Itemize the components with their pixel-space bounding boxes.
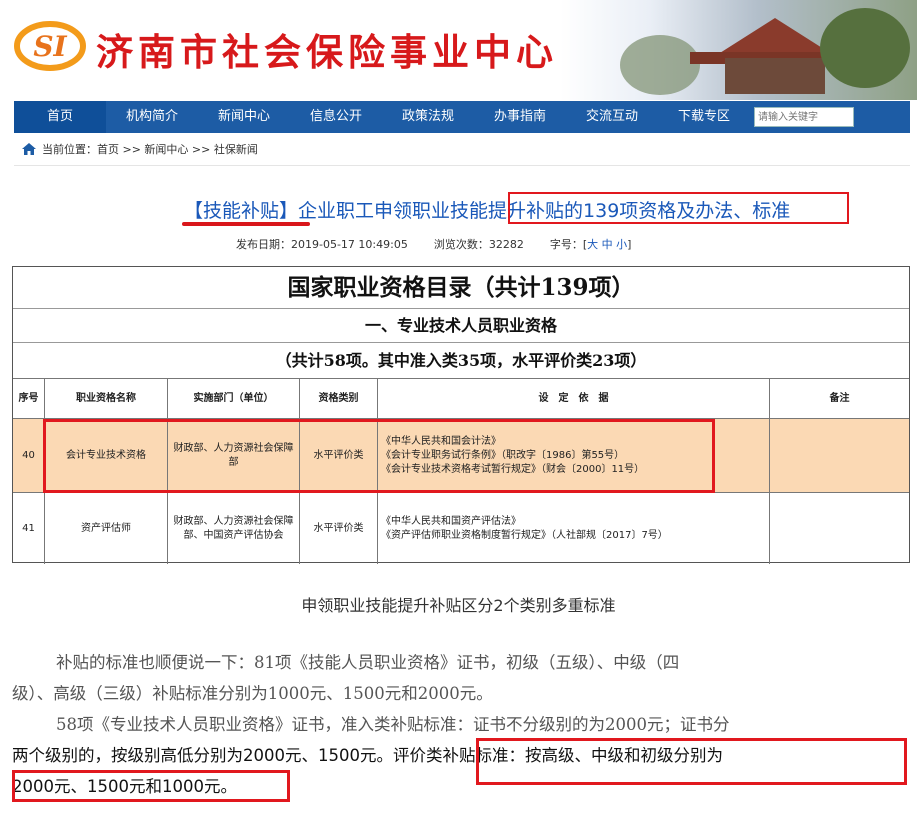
- table-title: 国家职业资格目录（共计139项）: [13, 267, 909, 309]
- font-size-control: 字号：[大 中 小]: [550, 236, 632, 252]
- qualification-name: 资产评估师: [45, 493, 168, 564]
- nav-item-guide[interactable]: 办事指南: [474, 101, 566, 133]
- home-icon[interactable]: [22, 143, 36, 155]
- font-size-options[interactable]: 大 中 小: [587, 238, 627, 251]
- nav-item-home[interactable]: 首页: [14, 101, 106, 133]
- column-header: 序号: [13, 379, 45, 418]
- column-header: 备注: [829, 392, 850, 404]
- department: 财政部、人力资源社会保障部、中国资产评估协会: [168, 493, 300, 564]
- breadcrumb-text[interactable]: 当前位置：首页 >> 新闻中心 >> 社保新闻: [42, 141, 258, 157]
- breadcrumb: 当前位置：首页 >> 新闻中心 >> 社保新闻: [22, 141, 258, 157]
- paragraph-line: 级）、高级（三级）补贴标准分别为1000元、1500元和2000元。: [12, 684, 493, 703]
- column-header: 实施部门（单位）: [168, 379, 300, 418]
- tree-shape: [820, 8, 910, 88]
- qualification-type: 水平评价类: [300, 493, 378, 564]
- paragraph-line: 补贴的标准也顺便说一下：81项《技能人员职业资格》证书，初级（五级）、中级（四: [56, 653, 680, 672]
- table-row: 41 资产评估师 财政部、人力资源社会保障部、中国资产评估协会 水平评价类 《中…: [13, 493, 909, 564]
- qualification-table-image: 国家职业资格目录（共计139项） 一、专业技术人员职业资格 （共计58项。其中准…: [12, 266, 910, 564]
- row-number: 40: [13, 419, 45, 492]
- search-input[interactable]: [754, 107, 854, 127]
- column-header: 设 定 依 据: [378, 379, 770, 418]
- table-count-line: （共计58项。其中准入类35项，水平评价类23项）: [13, 343, 909, 379]
- si-logo-icon: SI: [14, 21, 86, 71]
- table-subtitle: 一、专业技术人员职业资格: [13, 309, 909, 343]
- remarks: [770, 493, 909, 564]
- row-number: 41: [13, 493, 45, 564]
- column-header: 职业资格名称: [45, 379, 168, 418]
- annotation-box-title: [508, 192, 849, 224]
- nav-item-news[interactable]: 新闻中心: [198, 101, 290, 133]
- view-count: 浏览次数：32282: [433, 238, 524, 251]
- tree-shape: [620, 35, 700, 95]
- banner-scenery: [560, 0, 917, 100]
- annotation-underline: [182, 222, 310, 226]
- publish-date: 发布日期：2019-05-17 10:49:05: [236, 238, 408, 251]
- paragraph-line: 58项《专业技术人员职业资格》证书，准入类补贴标准：证书不分级别的为2000元；…: [56, 715, 730, 734]
- annotation-box-paragraph: [476, 738, 907, 785]
- site-title: 济南市社会保险事业中心: [96, 30, 558, 74]
- legal-basis: 《中华人民共和国资产评估法》 《资产评估师职业资格制度暂行规定》（人社部规〔20…: [378, 493, 770, 564]
- column-header: 资格类别: [300, 379, 378, 418]
- main-nav: 首页 机构简介 新闻中心 信息公开 政策法规 办事指南 交流互动 下载专区: [14, 101, 910, 133]
- nav-item-about[interactable]: 机构简介: [106, 101, 198, 133]
- svg-text:SI: SI: [33, 30, 67, 63]
- nav-item-interact[interactable]: 交流互动: [566, 101, 658, 133]
- table-header-row: 序号 职业资格名称 实施部门（单位） 资格类别 设 定 依 据 备注: [13, 379, 909, 419]
- basis-line: 《资产评估师职业资格制度暂行规定》（人社部规〔2017〕7号）: [381, 529, 668, 541]
- annotation-box-row: [43, 419, 715, 493]
- font-size-label: 字号：[: [549, 238, 588, 251]
- header-banner: SI 济南市社会保险事业中心: [0, 0, 917, 100]
- remarks: [770, 419, 909, 492]
- article-tag: 【技能补贴】: [184, 200, 299, 222]
- annotation-box-paragraph: [12, 770, 290, 802]
- basis-line: 《中华人民共和国资产评估法》: [381, 515, 521, 527]
- font-size-close: ]: [627, 238, 632, 251]
- pagoda-body: [725, 58, 825, 94]
- article-header: 【技能补贴】企业职工申领职业技能提升补贴的139项资格及办法、标准 发布日期：2…: [14, 165, 910, 261]
- nav-item-info[interactable]: 信息公开: [290, 101, 382, 133]
- article-meta: 发布日期：2019-05-17 10:49:05 浏览次数：32282 字号：[…: [236, 236, 631, 252]
- image-caption: 申领职业技能提升补贴区分2个类别多重标准: [301, 596, 616, 615]
- nav-item-download[interactable]: 下载专区: [658, 101, 750, 133]
- nav-item-policy[interactable]: 政策法规: [382, 101, 474, 133]
